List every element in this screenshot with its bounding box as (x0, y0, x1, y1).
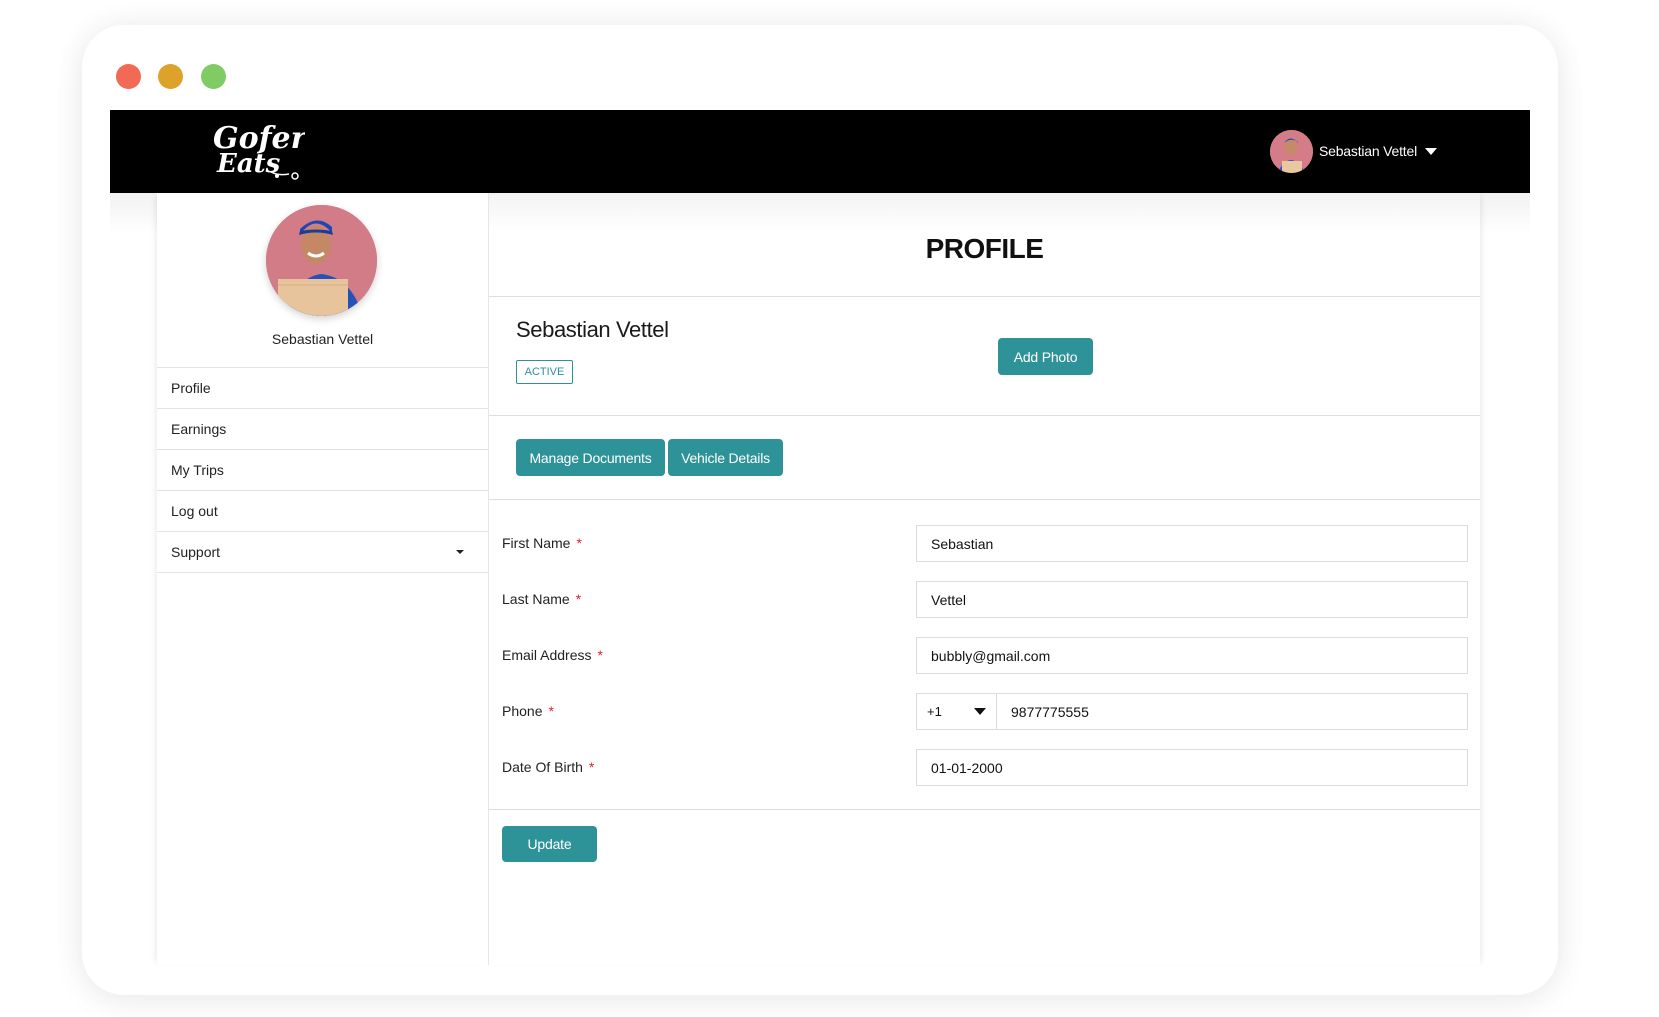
caret-down-icon (974, 708, 986, 715)
update-button[interactable]: Update (502, 826, 597, 862)
dob-label: Date Of Birth * (502, 759, 595, 775)
user-name: Sebastian Vettel (1319, 143, 1417, 159)
add-photo-button[interactable]: Add Photo (998, 338, 1093, 375)
phone-input[interactable] (997, 693, 1468, 730)
profile-content: PROFILE Sebastian Vettel ACTIVE Add Phot… (488, 193, 1480, 965)
divider (489, 296, 1480, 297)
manage-documents-button[interactable]: Manage Documents (516, 439, 665, 476)
first-name-input[interactable] (916, 525, 1468, 562)
country-code-value: +1 (927, 704, 942, 719)
dob-input[interactable] (916, 749, 1468, 786)
window-minimize-button[interactable] (158, 64, 183, 89)
email-label: Email Address * (502, 647, 603, 663)
phone-label: Phone * (502, 703, 554, 719)
divider (489, 499, 1480, 500)
email-input[interactable] (916, 637, 1468, 674)
sidebar-item-label: Support (171, 544, 221, 560)
profile-name: Sebastian Vettel (516, 317, 669, 342)
status-badge: ACTIVE (516, 360, 573, 384)
sidebar-menu: Profile Earnings My Trips Log out Suppor… (157, 367, 488, 573)
last-name-input[interactable] (916, 581, 1468, 618)
first-name-label: First Name * (502, 535, 582, 551)
content-shadow (489, 193, 1480, 231)
sidebar: Sebastian Vettel Profile Earnings My Tri… (157, 193, 488, 965)
sidebar-item-my-trips[interactable]: My Trips (157, 450, 488, 491)
required-marker: * (588, 759, 595, 775)
top-navbar: Gofer Eats Sebastian Vettel (110, 110, 1530, 193)
profile-avatar (266, 205, 377, 316)
caret-down-icon (1425, 147, 1437, 155)
sidebar-item-label: My Trips (171, 462, 224, 478)
required-marker: * (576, 535, 582, 551)
sidebar-item-earnings[interactable]: Earnings (157, 409, 488, 450)
user-menu[interactable]: Sebastian Vettel (1270, 129, 1437, 173)
divider (489, 809, 1480, 810)
divider (489, 415, 1480, 416)
last-name-label: Last Name * (502, 591, 582, 607)
caret-down-icon (456, 550, 464, 554)
sidebar-item-label: Profile (171, 380, 211, 396)
page-title: PROFILE (925, 233, 1044, 264)
sidebar-item-label: Log out (171, 503, 218, 519)
sidebar-item-support[interactable]: Support (157, 532, 488, 573)
gofer-eats-logo[interactable]: Gofer Eats (211, 120, 305, 180)
required-marker: * (597, 647, 603, 663)
sidebar-item-label: Earnings (171, 421, 227, 437)
required-marker: * (548, 703, 554, 719)
svg-text:Eats: Eats (216, 149, 281, 179)
window-close-button[interactable] (116, 64, 141, 89)
vehicle-details-button[interactable]: Vehicle Details (668, 439, 783, 476)
user-avatar (1270, 129, 1313, 173)
sidebar-item-profile[interactable]: Profile (157, 368, 488, 409)
required-marker: * (575, 591, 582, 607)
window-maximize-button[interactable] (201, 64, 226, 89)
sidebar-item-log-out[interactable]: Log out (157, 491, 488, 532)
sidebar-user-name: Sebastian Vettel (271, 331, 374, 347)
country-code-select[interactable]: +1 (916, 693, 997, 730)
